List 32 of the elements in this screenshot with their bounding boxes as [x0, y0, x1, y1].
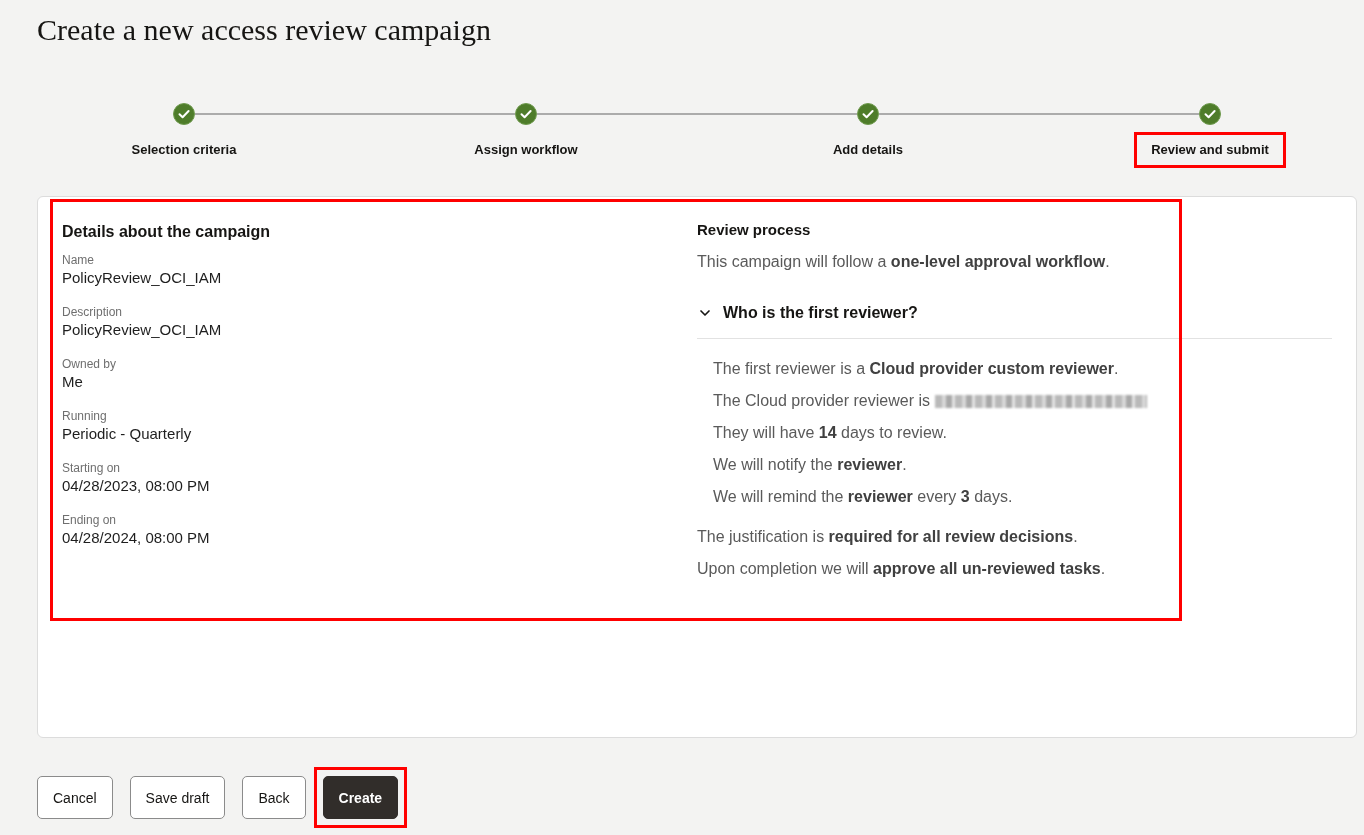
field-label: Owned by	[62, 356, 117, 372]
step-label: Assign workflow	[473, 141, 579, 159]
field-value: PolicyReview_OCI_IAM	[62, 268, 222, 288]
section-heading: Details about the campaign	[62, 222, 271, 242]
field-value: 04/28/2024, 08:00 PM	[62, 528, 210, 548]
step-label: Review and submit	[1134, 132, 1286, 168]
reviewer-detail-text: We will notify the reviewer.	[713, 455, 907, 475]
primary-button[interactable]: Create	[322, 776, 399, 819]
accordion-header[interactable]: Who is the first reviewer?	[697, 303, 918, 323]
field-label: Description	[62, 304, 123, 320]
secondary-button[interactable]: Save draft	[129, 776, 226, 819]
section-heading: Review process	[697, 220, 811, 240]
reviewer-detail-text: The first reviewer is a Cloud provider custom reviewer.	[713, 359, 1119, 379]
field-label: Running	[62, 408, 107, 424]
field-value: PolicyReview_OCI_IAM	[62, 320, 222, 340]
policy-note-text: The justification is required for all review decisions.	[697, 527, 1078, 547]
reviewer-detail-text: They will have 14 days to review.	[713, 423, 947, 443]
field-label: Name	[62, 252, 94, 268]
secondary-button[interactable]: Back	[242, 776, 306, 819]
secondary-button[interactable]: Cancel	[37, 776, 113, 819]
page-title: Create a new access review campaign	[36, 12, 491, 48]
reviewer-detail-text: The Cloud provider reviewer is	[713, 391, 930, 411]
step-label: Selection criteria	[130, 141, 238, 159]
reviewer-detail-text: We will remind the reviewer every 3 days.	[713, 487, 1013, 507]
field-label: Starting on	[62, 460, 121, 476]
policy-note-text: Upon completion we will approve all un-reviewed tasks.	[697, 559, 1106, 579]
field-label: Ending on	[62, 512, 117, 528]
field-value: Me	[62, 372, 83, 392]
step-label: Add details	[831, 141, 905, 159]
field-value: 04/28/2023, 08:00 PM	[62, 476, 210, 496]
field-value: Periodic - Quarterly	[62, 424, 192, 444]
intro-text: This campaign will follow a one-level approval workflow.	[697, 252, 1110, 272]
